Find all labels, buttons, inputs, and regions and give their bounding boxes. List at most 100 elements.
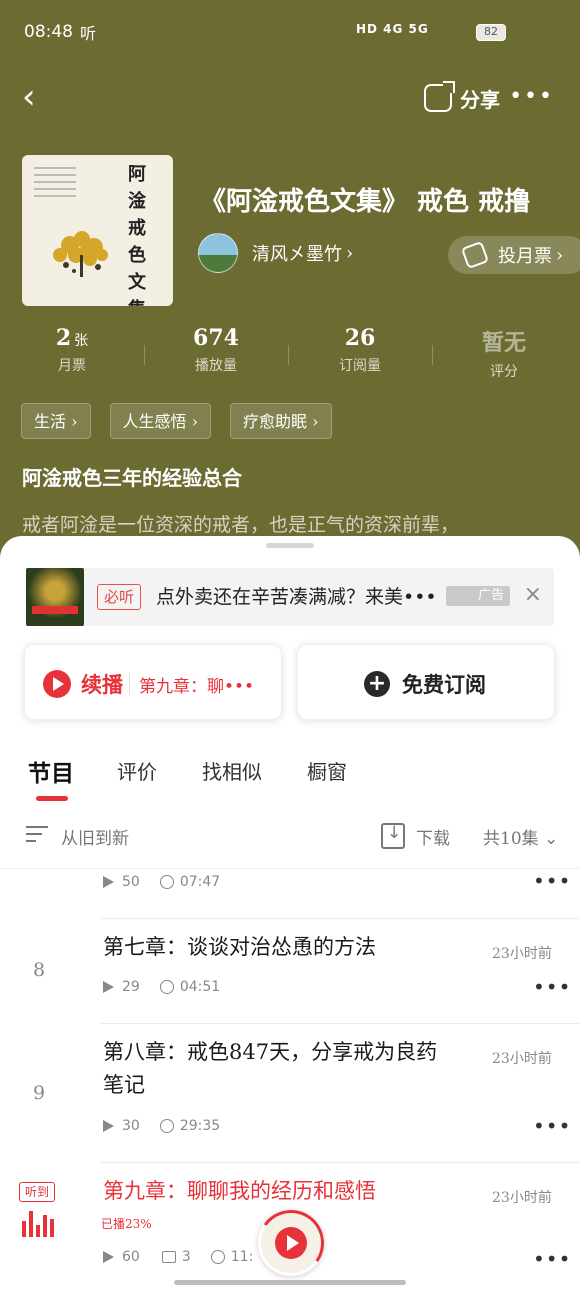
episode-title: 第八章：戒色847天，分享戒为良药笔记 xyxy=(103,1040,438,1097)
play-count: 50 xyxy=(122,874,140,890)
ad-banner[interactable]: 必听 点外卖还在辛苦凑满减？来美••• 广告 × xyxy=(26,568,554,626)
tag-label: 生活 xyxy=(34,412,67,431)
episode-more-button[interactable]: ••• xyxy=(533,1247,571,1271)
play-count: 60 xyxy=(122,1249,140,1265)
episode-time: 23小时前 xyxy=(492,1190,552,1206)
share-label: 分享 xyxy=(460,87,500,112)
network-signal-icon: HD 4G 5G xyxy=(356,22,429,36)
continue-episode: 第九章：聊••• xyxy=(139,677,255,697)
status-bar: 08:48 听 HD 4G 5G 82 xyxy=(0,0,580,66)
ad-thumbnail xyxy=(26,568,84,626)
share-button[interactable]: 分享 xyxy=(424,81,500,114)
list-item[interactable]: 50 07:47 ••• xyxy=(0,869,580,919)
stat-label: 评分 xyxy=(490,364,518,380)
cover-tree-illustration xyxy=(53,231,108,277)
stat-value: 2 xyxy=(55,325,72,351)
album-cover[interactable]: 阿淦戒色文集 xyxy=(22,155,173,306)
stat-label: 播放量 xyxy=(195,358,237,374)
close-icon[interactable]: × xyxy=(524,582,542,607)
stat-value: 26 xyxy=(344,325,376,351)
tag-list: 生活 › 人生感悟 › 疗愈助眠 › xyxy=(21,403,332,439)
stat-monthly-tickets: 2张 月票 xyxy=(0,325,144,385)
episode-more-button[interactable]: ••• xyxy=(533,1114,571,1138)
album-stats: 2张 月票 674 播放量 26 订阅量 暂无 评分 xyxy=(0,325,580,385)
clock-icon xyxy=(210,1250,225,1264)
ad-label: 广告 xyxy=(446,586,510,606)
episode-more-button[interactable]: ••• xyxy=(533,869,571,893)
divider xyxy=(129,673,130,695)
tab-episodes[interactable]: 节目 xyxy=(28,754,74,788)
clock-icon xyxy=(159,875,174,889)
subscribe-button[interactable]: + 免费订阅 xyxy=(297,644,555,720)
tab-reviews[interactable]: 评价 xyxy=(117,756,157,785)
tab-similar[interactable]: 找相似 xyxy=(202,756,262,785)
comment-count: 3 xyxy=(181,1249,191,1265)
duration: 11: xyxy=(230,1249,254,1265)
chevron-down-icon: ⌄ xyxy=(544,829,559,849)
tab-active-indicator xyxy=(36,796,68,801)
list-item[interactable]: 8 第七章：谈谈对治怂恿的方法 23小时前 29 04:51 ••• xyxy=(0,919,580,1024)
list-item[interactable]: 9 第八章：戒色847天，分享戒为良药笔记 23小时前 30 29:35 ••• xyxy=(0,1024,580,1163)
list-toolbar: 从旧到新 下载 共10集 ⌄ xyxy=(0,820,580,854)
play-count-icon xyxy=(103,876,114,888)
tag-healing-sleep[interactable]: 疗愈助眠 › xyxy=(230,403,332,439)
tag-label: 疗愈助眠 xyxy=(243,412,308,431)
continue-play-button[interactable]: 续播 第九章：聊••• xyxy=(24,644,282,720)
ad-text: 点外卖还在辛苦凑满减？来美••• xyxy=(156,586,437,608)
stat-value: 674 xyxy=(193,325,239,351)
episode-more-button[interactable]: ••• xyxy=(533,975,571,999)
clock-icon xyxy=(159,980,174,994)
chevron-right-icon: › xyxy=(556,244,564,266)
episode-time: 23小时前 xyxy=(492,1051,552,1067)
download-icon[interactable] xyxy=(381,823,405,849)
mini-player[interactable] xyxy=(252,1204,330,1282)
duration: 07:47 xyxy=(179,874,221,890)
played-progress: 已播23% xyxy=(101,1217,152,1231)
stat-subscriptions: 26 订阅量 xyxy=(288,325,432,385)
author-name: 清风㐅墨竹 xyxy=(252,244,342,265)
plus-icon: + xyxy=(364,671,390,697)
episode-meta: 30 29:35 xyxy=(103,1118,220,1134)
comment-icon xyxy=(161,1251,176,1263)
sort-button[interactable]: 从旧到新 xyxy=(61,824,129,849)
chevron-right-icon: › xyxy=(346,242,354,264)
clock-icon xyxy=(159,1119,174,1133)
intro-title: 阿淦戒色三年的经验总合 xyxy=(22,466,242,490)
more-options-button[interactable]: ••• xyxy=(509,84,554,109)
vote-button[interactable]: 投月票 › xyxy=(448,236,580,274)
drag-handle[interactable] xyxy=(266,543,314,548)
stat-label: 月票 xyxy=(58,358,86,374)
tag-life-insights[interactable]: 人生感悟 › xyxy=(109,403,211,439)
play-icon xyxy=(275,1227,307,1259)
top-nav: ‹ 分享 ••• xyxy=(0,66,580,128)
stat-rating[interactable]: 暂无 评分 xyxy=(432,325,576,385)
intro-text[interactable]: 戒者阿淦是一位资深的戒者，也是正气的资深前辈， xyxy=(22,510,580,537)
now-playing-icon xyxy=(22,1211,54,1237)
home-indicator[interactable] xyxy=(174,1280,406,1285)
download-button[interactable]: 下载 xyxy=(416,824,450,849)
play-icon xyxy=(43,670,71,698)
play-count: 29 xyxy=(122,979,140,995)
tag-label: 人生感悟 xyxy=(122,412,187,431)
tag-life[interactable]: 生活 › xyxy=(21,403,91,439)
author-link[interactable]: 清风㐅墨竹 › xyxy=(198,233,353,273)
play-count-icon xyxy=(103,1251,114,1263)
episode-title: 第九章：聊聊我的经历和感悟 xyxy=(103,1179,376,1203)
duration: 29:35 xyxy=(179,1118,221,1134)
back-button[interactable]: ‹ xyxy=(22,80,54,116)
battery-icon: 82 xyxy=(476,24,506,41)
status-time: 08:48 xyxy=(24,22,73,42)
stat-unit: 张 xyxy=(74,333,89,349)
share-icon xyxy=(424,81,455,112)
tab-bar: 节目 评价 找相似 橱窗 xyxy=(0,754,580,804)
episode-count-dropdown[interactable]: 共10集 ⌄ xyxy=(483,824,558,849)
stat-plays: 674 播放量 xyxy=(144,325,288,385)
tab-showcase[interactable]: 橱窗 xyxy=(307,756,347,785)
episode-meta: 50 07:47 xyxy=(103,874,220,890)
author-avatar xyxy=(198,233,238,273)
stat-label: 订阅量 xyxy=(339,358,381,374)
ticket-icon xyxy=(460,240,490,270)
sort-icon[interactable] xyxy=(26,826,48,848)
episode-meta: 60 3 11: xyxy=(103,1249,253,1265)
heard-badge: 听到 xyxy=(19,1182,55,1202)
